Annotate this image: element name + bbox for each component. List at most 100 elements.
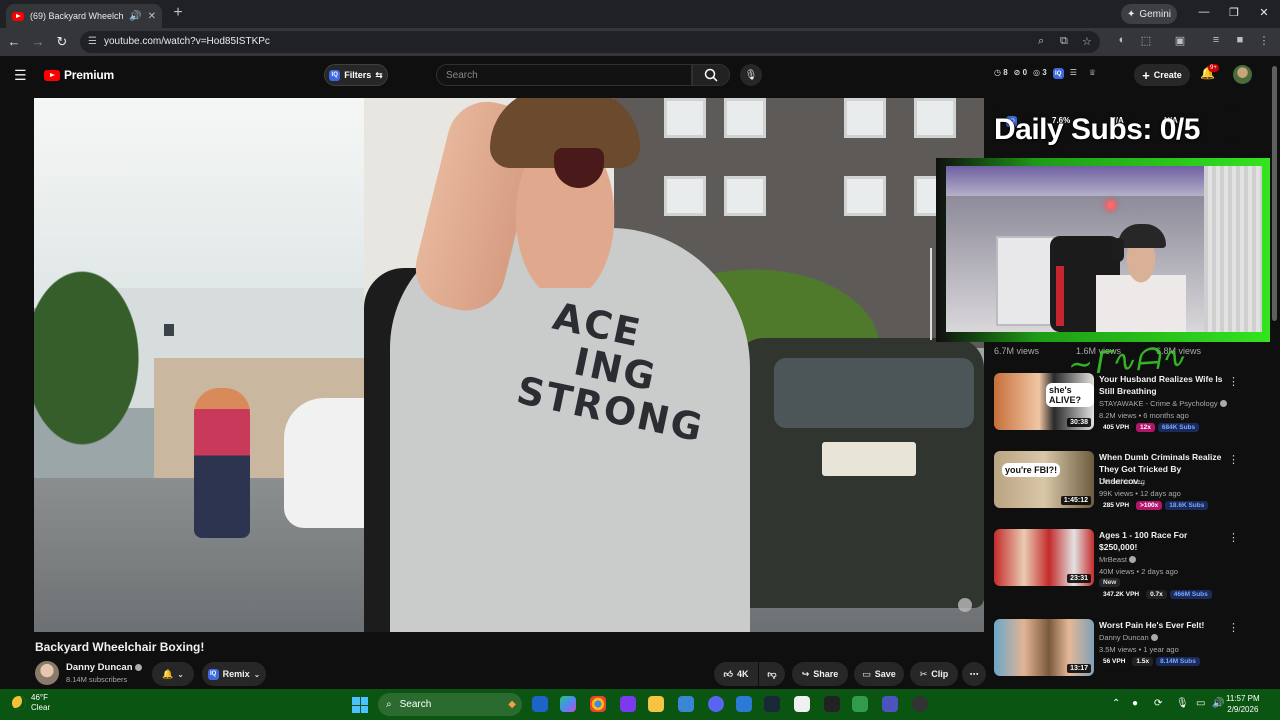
clip-button[interactable]: ✂ Clip (910, 662, 958, 686)
gemini-button[interactable]: ✦ Gemini (1121, 4, 1177, 24)
recommendation-item[interactable]: she's ALIVE? 30:38 Your Husband Realizes… (994, 373, 1254, 443)
trophy-icon[interactable]: ♕ (1089, 68, 1096, 79)
hamburger-menu-icon[interactable]: ☰ (14, 67, 27, 84)
puzzle-icon[interactable]: ⬚ (1138, 34, 1154, 47)
taskbar-chrome-icon[interactable] (590, 696, 606, 712)
speaker-icon[interactable]: 🔊 (129, 11, 141, 22)
browser-tab[interactable]: (69) Backyard Wheelchair B 🔊 ✕ (6, 4, 162, 28)
back-icon[interactable]: ← (6, 34, 22, 49)
video-thumbnail[interactable]: you're FBI?! 1:45:12 (994, 451, 1094, 508)
channel-name[interactable]: STAYAWAKE - Crime & Psychology (1099, 399, 1227, 408)
youtube-logo[interactable]: Premium (44, 68, 114, 82)
windows-start-icon[interactable] (352, 697, 368, 713)
subscription-bell-button[interactable]: 🔔 ⌄ (152, 662, 194, 686)
more-options-icon[interactable]: ⋮ (1228, 375, 1239, 388)
dislike-button[interactable]: 👎︎ (759, 662, 785, 686)
channel-avatar[interactable] (35, 661, 59, 685)
channel-name-main[interactable]: Danny Duncan (66, 662, 142, 673)
weather-widget[interactable]: 46°F Clear (12, 693, 50, 713)
scene-license-plate (822, 442, 916, 476)
subscriber-count: 8.14M subscribers (66, 675, 128, 684)
subs-badge: 18.6K Subs (1165, 501, 1209, 510)
taskbar-copilot-icon[interactable] (560, 696, 576, 712)
sidepanel-icon[interactable]: ▣ (1172, 34, 1188, 47)
taskbar-app-icon[interactable] (852, 696, 868, 712)
list-icon[interactable]: ☰ (1070, 68, 1077, 79)
more-actions-button[interactable]: ⋯ (962, 662, 986, 686)
channel-name[interactable]: Detective Leg (1099, 477, 1145, 486)
scene-window (844, 98, 886, 138)
install-icon[interactable]: ⧉ (1060, 35, 1068, 48)
bookmark-star-icon[interactable]: ☆ (1082, 35, 1092, 48)
minimize-icon[interactable]: — (1196, 6, 1212, 18)
create-button[interactable]: + Create (1134, 64, 1190, 86)
tray-chevron-up-icon[interactable]: ⌃ (1112, 698, 1120, 709)
channel-name[interactable]: Danny Duncan (1099, 633, 1158, 642)
search-input[interactable]: Search (436, 64, 692, 86)
iq-icon[interactable]: IQ (1052, 68, 1064, 79)
tray-app-icon[interactable]: ● (1132, 698, 1138, 709)
video-thumbnail[interactable]: 13:17 (994, 619, 1094, 676)
multiplier-badge: 12x (1136, 423, 1155, 432)
share-label: Share (813, 669, 839, 679)
taskbar-app-icon[interactable] (620, 696, 636, 712)
recommendation-item[interactable]: you're FBI?! 1:45:12 When Dumb Criminals… (994, 451, 1254, 521)
taskbar-clock[interactable]: 11:57 PM 2/9/2026 (1226, 693, 1260, 715)
video-thumbnail[interactable]: 23:31 (994, 529, 1094, 586)
remix-button[interactable]: IQ Remix ⌄ (202, 662, 266, 686)
filters-button[interactable]: IQ Filters ⇆ (324, 64, 388, 86)
clock-date: 2/9/2026 (1227, 705, 1259, 714)
omnibox[interactable]: ☰ youtube.com/watch?v=Hod85ISTKPc ⌕ ⧉ ☆ (80, 31, 1100, 53)
taskbar-search-label: Search (399, 699, 432, 710)
save-button[interactable]: ▭ Save (854, 662, 904, 686)
taskbar-teams-icon[interactable] (882, 696, 898, 712)
reload-icon[interactable]: ↻ (54, 34, 70, 50)
more-options-icon[interactable]: ⋮ (1228, 453, 1239, 466)
taskbar-app-icon[interactable] (532, 696, 548, 712)
like-button[interactable]: 👍︎ 4K (714, 662, 758, 686)
taskbar-app-icon[interactable] (824, 696, 840, 712)
taskbar-discord-icon[interactable] (708, 696, 724, 712)
more-options-icon[interactable]: ⋮ (1228, 531, 1239, 544)
video-title[interactable]: Worst Pain He's Ever Felt! (1099, 619, 1224, 631)
taskbar-steam-icon[interactable] (764, 696, 780, 712)
restore-icon[interactable]: ❐ (1226, 6, 1242, 19)
extension-stats[interactable]: ◷ 8 ⊘ 0 ◎ 3 IQ ☰ ♕ (994, 68, 1096, 79)
recommendation-item[interactable]: 23:31 Ages 1 - 100 Race For $250,000! Mr… (994, 529, 1254, 599)
account-avatar[interactable] (1233, 65, 1252, 84)
extension-icon[interactable]: ◐ (1114, 34, 1130, 46)
taskbar-file-explorer-icon[interactable] (648, 696, 664, 712)
taskbar-store-icon[interactable] (794, 696, 810, 712)
voice-search-button[interactable]: 🎙 (740, 64, 762, 86)
video-title[interactable]: Ages 1 - 100 Race For $250,000! (1099, 529, 1224, 553)
menu-dots-icon[interactable]: ⋮ (1256, 34, 1272, 47)
page-scrollbar[interactable] (1270, 56, 1280, 689)
save-label: Save (874, 669, 896, 679)
tray-mic-icon[interactable]: 🎙 (1176, 698, 1189, 709)
scrollbar-thumb[interactable] (1272, 66, 1277, 321)
taskbar-search[interactable]: ⌕ Search ◆ (378, 693, 522, 716)
tray-volume-icon[interactable]: 🔊 (1212, 698, 1224, 709)
url-text[interactable]: youtube.com/watch?v=Hod85ISTKPc (104, 36, 270, 47)
scene-window (914, 98, 956, 138)
video-player[interactable]: ACE ING STRONG (34, 98, 984, 632)
search-button[interactable] (692, 64, 730, 86)
new-tab-button[interactable]: + (168, 4, 188, 22)
site-info-icon[interactable]: ☰ (88, 36, 97, 47)
channel-name[interactable]: MrBeast (1099, 555, 1136, 564)
tray-sync-icon[interactable]: ⟳ (1154, 698, 1162, 709)
media-icon[interactable]: ≡ (1208, 34, 1224, 46)
taskbar-app-icon[interactable] (678, 696, 694, 712)
share-button[interactable]: ↪ Share (792, 662, 848, 686)
close-tab-icon[interactable]: ✕ (148, 11, 156, 22)
taskbar-photos-icon[interactable] (736, 696, 752, 712)
forward-icon[interactable]: → (30, 34, 46, 49)
more-options-icon[interactable]: ⋮ (1228, 621, 1239, 634)
profile-icon[interactable]: ■ (1232, 34, 1248, 46)
tray-display-icon[interactable]: ▭ (1196, 698, 1205, 709)
close-window-icon[interactable]: ✕ (1256, 6, 1272, 19)
zoom-icon[interactable]: ⌕ (1038, 35, 1044, 48)
recommendation-item[interactable]: 13:17 Worst Pain He's Ever Felt! Danny D… (994, 619, 1254, 689)
taskbar-app-icon[interactable] (912, 696, 928, 712)
overlay-views-1: 6.7M views (994, 346, 1040, 356)
